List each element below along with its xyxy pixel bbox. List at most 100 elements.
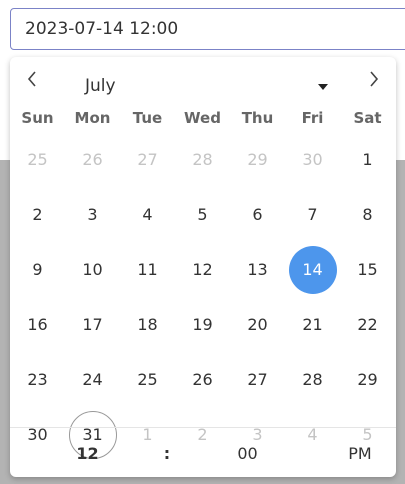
day-number: 30 xyxy=(27,425,48,444)
day-cell[interactable]: 15 xyxy=(340,242,395,297)
calendar-grid: Sun Mon Tue Wed Thu Fri Sat 25 26 27 28 … xyxy=(10,104,396,462)
day-cell[interactable]: 6 xyxy=(230,187,285,242)
datetime-picker-popup: July Sun Mon Tue Wed Thu Fri Sat 25 26 2… xyxy=(10,57,396,477)
weekday-header: Sun xyxy=(21,109,54,127)
month-label: July xyxy=(85,76,116,96)
week-row: 25 26 27 28 29 30 1 xyxy=(10,132,396,187)
day-number: 11 xyxy=(137,260,158,279)
weekday-header: Sat xyxy=(353,109,382,127)
day-number: 22 xyxy=(357,315,378,334)
day-cell[interactable]: 20 xyxy=(230,297,285,352)
week-row: 9 10 11 12 13 14 15 xyxy=(10,242,396,297)
day-number: 26 xyxy=(82,150,103,169)
day-number: 2 xyxy=(197,425,208,444)
day-number: 27 xyxy=(137,150,158,169)
minute-selector[interactable]: 00 xyxy=(220,428,275,477)
day-number: 20 xyxy=(247,315,268,334)
day-cell[interactable]: 11 xyxy=(120,242,175,297)
day-number: 4 xyxy=(142,205,153,224)
chevron-right-icon xyxy=(370,71,379,87)
prev-month-button[interactable] xyxy=(18,65,46,93)
day-cell[interactable]: 24 xyxy=(65,352,120,407)
day-number: 29 xyxy=(357,370,378,389)
weekday-header: Tue xyxy=(132,109,163,127)
day-cell[interactable]: 28 xyxy=(285,352,340,407)
day-cell[interactable]: 29 xyxy=(340,352,395,407)
day-cell[interactable]: 18 xyxy=(120,297,175,352)
day-number: 7 xyxy=(307,205,318,224)
day-cell[interactable]: 9 xyxy=(10,242,65,297)
datetime-input[interactable] xyxy=(10,8,405,50)
day-cell[interactable]: 26 xyxy=(65,132,120,187)
weekday-header: Mon xyxy=(74,109,111,127)
day-number: 23 xyxy=(27,370,48,389)
ampm-toggle[interactable]: PM xyxy=(335,428,385,477)
day-number: 12 xyxy=(192,260,213,279)
day-number: 10 xyxy=(82,260,103,279)
day-number: 2 xyxy=(32,205,43,224)
day-number: 18 xyxy=(137,315,158,334)
day-cell[interactable]: 1 xyxy=(340,132,395,187)
day-number: 17 xyxy=(82,315,103,334)
day-number: 9 xyxy=(32,260,43,279)
day-cell[interactable]: 28 xyxy=(175,132,230,187)
day-number: 14 xyxy=(302,260,323,279)
time-separator: : xyxy=(163,443,171,463)
weekday-header: Fri xyxy=(301,109,324,127)
day-cell[interactable]: 22 xyxy=(340,297,395,352)
day-number: 27 xyxy=(247,370,268,389)
day-cell[interactable]: 27 xyxy=(230,352,285,407)
day-number: 29 xyxy=(247,150,268,169)
day-number: 3 xyxy=(252,425,263,444)
day-number: 4 xyxy=(307,425,318,444)
day-number: 28 xyxy=(192,150,213,169)
day-cell[interactable]: 16 xyxy=(10,297,65,352)
day-number: 5 xyxy=(197,205,208,224)
day-number: 16 xyxy=(27,315,48,334)
day-number: 19 xyxy=(192,315,213,334)
day-cell[interactable]: 25 xyxy=(120,352,175,407)
day-number: 25 xyxy=(27,150,48,169)
day-cell[interactable]: 10 xyxy=(65,242,120,297)
day-number: 13 xyxy=(247,260,268,279)
day-cell[interactable]: 26 xyxy=(175,352,230,407)
day-cell[interactable]: 17 xyxy=(65,297,120,352)
next-month-button[interactable] xyxy=(360,65,388,93)
day-number: 26 xyxy=(192,370,213,389)
day-number: 8 xyxy=(362,205,373,224)
day-number: 31 xyxy=(82,425,103,444)
day-cell[interactable]: 29 xyxy=(230,132,285,187)
day-cell[interactable]: 12 xyxy=(175,242,230,297)
day-cell[interactable]: 3 xyxy=(65,187,120,242)
day-number: 1 xyxy=(142,425,153,444)
day-cell[interactable]: 2 xyxy=(10,187,65,242)
caret-down-icon xyxy=(318,84,328,90)
day-cell[interactable]: 8 xyxy=(340,187,395,242)
day-cell[interactable]: 19 xyxy=(175,297,230,352)
month-dropdown-button[interactable] xyxy=(310,77,336,97)
week-row: 23 24 25 26 27 28 29 xyxy=(10,352,396,407)
day-number: 21 xyxy=(302,315,323,334)
day-cell[interactable]: 7 xyxy=(285,187,340,242)
day-cell[interactable]: 23 xyxy=(10,352,65,407)
day-cell[interactable]: 13 xyxy=(230,242,285,297)
weekday-header: Wed xyxy=(184,109,221,127)
chevron-left-icon xyxy=(27,71,36,87)
day-cell[interactable]: 5 xyxy=(175,187,230,242)
day-cell[interactable]: 21 xyxy=(285,297,340,352)
day-number: 3 xyxy=(87,205,98,224)
day-number: 24 xyxy=(82,370,103,389)
day-number: 30 xyxy=(302,150,323,169)
day-cell[interactable]: 27 xyxy=(120,132,175,187)
weekday-header-row: Sun Mon Tue Wed Thu Fri Sat xyxy=(10,104,396,132)
day-number: 5 xyxy=(362,425,373,444)
day-number: 1 xyxy=(362,150,373,169)
day-number: 25 xyxy=(137,370,158,389)
day-number: 6 xyxy=(252,205,263,224)
day-number: 28 xyxy=(302,370,323,389)
selected-day-cell[interactable]: 14 xyxy=(285,242,340,297)
day-cell[interactable]: 4 xyxy=(120,187,175,242)
weekday-header: Thu xyxy=(241,109,274,127)
day-cell[interactable]: 30 xyxy=(285,132,340,187)
day-cell[interactable]: 25 xyxy=(10,132,65,187)
